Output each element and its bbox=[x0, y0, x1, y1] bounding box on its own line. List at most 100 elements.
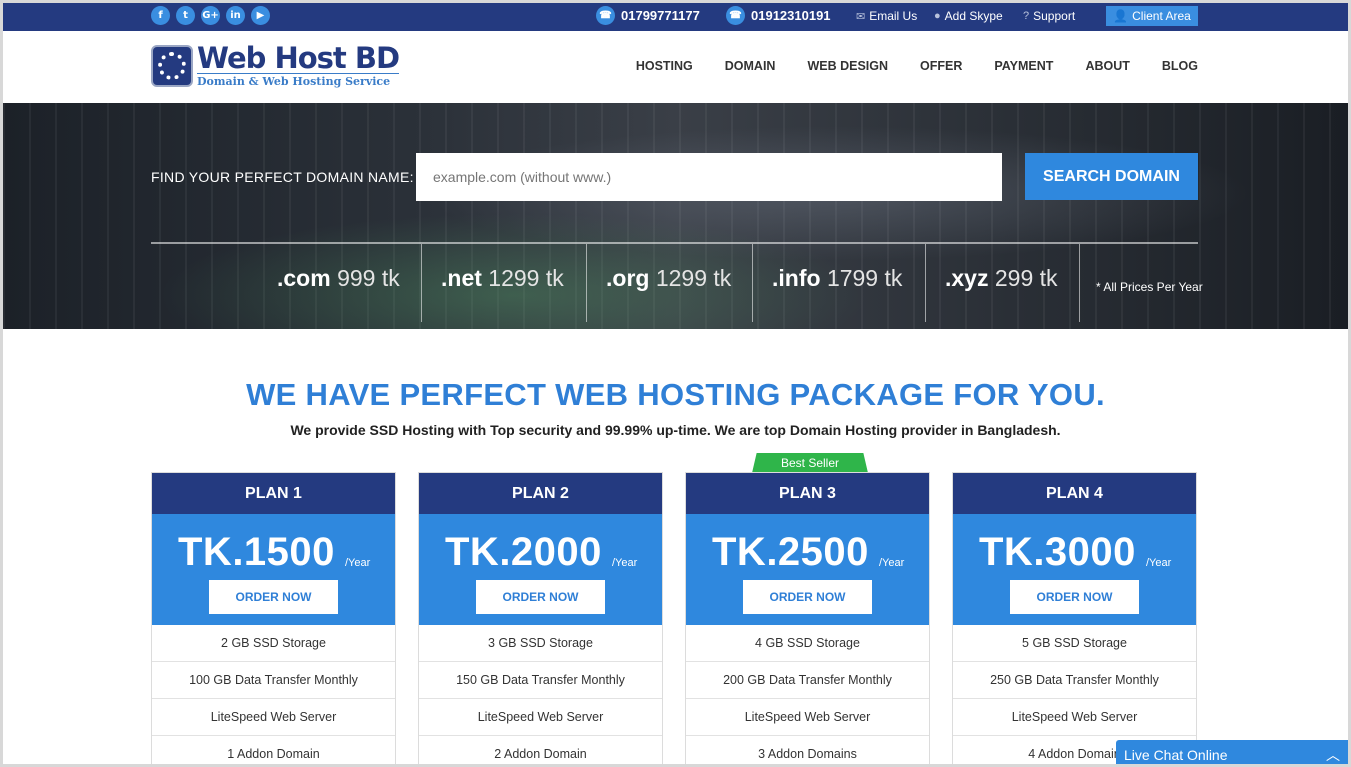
phone-number: 01799771177 bbox=[621, 8, 700, 23]
tld-ext: .info bbox=[772, 265, 821, 291]
client-area-button[interactable]: 👤 Client Area bbox=[1106, 6, 1198, 26]
nav-hosting[interactable]: HOSTING bbox=[636, 59, 693, 73]
support-link[interactable]: ? Support bbox=[1023, 9, 1075, 23]
logo-title: Web Host BD bbox=[197, 41, 400, 75]
phone-2[interactable]: ☎ 01912310191 bbox=[726, 6, 831, 25]
order-now-button[interactable]: ORDER NOW bbox=[209, 580, 338, 614]
user-icon: 👤 bbox=[1113, 9, 1129, 23]
tld-xyz: .xyz 299 tk bbox=[945, 265, 1058, 292]
order-now-button[interactable]: ORDER NOW bbox=[743, 580, 872, 614]
chevron-up-icon[interactable]: ︿ bbox=[1326, 745, 1340, 764]
find-domain-label: FIND YOUR PERFECT DOMAIN NAME: bbox=[151, 169, 414, 185]
chat-icon: ● bbox=[934, 10, 941, 22]
price-note: * All Prices Per Year bbox=[1096, 280, 1203, 294]
tld-price: 1799 tk bbox=[826, 265, 903, 291]
plan-name: PLAN 2 bbox=[419, 473, 662, 514]
envelope-icon: ✉ bbox=[856, 10, 866, 23]
logo-subtitle: Domain & Web Hosting Service bbox=[197, 73, 400, 88]
phone-icon: ☎ bbox=[596, 6, 615, 25]
plan-feature: 200 GB Data Transfer Monthly bbox=[686, 662, 929, 699]
question-icon: ? bbox=[1023, 10, 1030, 22]
tld-info: .info 1799 tk bbox=[772, 265, 902, 292]
google-plus-icon[interactable]: G+ bbox=[201, 6, 220, 25]
logo[interactable]: Web Host BD Domain & Web Hosting Service bbox=[151, 41, 400, 88]
page-subtitle: We provide SSD Hosting with Top security… bbox=[290, 422, 1061, 438]
tld-price: 299 tk bbox=[994, 265, 1058, 291]
divider bbox=[151, 242, 1198, 244]
top-bar: f t G+ in ▶ ☎ 01799771177 ☎ 01912310191 … bbox=[3, 3, 1348, 31]
plan-feature: LiteSpeed Web Server bbox=[419, 699, 662, 736]
nav-offer[interactable]: OFFER bbox=[920, 59, 962, 73]
plan-feature: 3 GB SSD Storage bbox=[419, 625, 662, 662]
plan-card: PLAN 4 TK.3000 /Year ORDER NOW 5 GB SSD … bbox=[952, 472, 1197, 764]
plan-price: TK.3000 bbox=[979, 530, 1136, 574]
add-skype-label: Add Skype bbox=[944, 9, 1003, 23]
nav-about[interactable]: ABOUT bbox=[1085, 59, 1129, 73]
add-skype-link[interactable]: ● Add Skype bbox=[934, 9, 1003, 23]
nav-web-design[interactable]: WEB DESIGN bbox=[807, 59, 888, 73]
divider bbox=[586, 244, 587, 322]
divider bbox=[925, 244, 926, 322]
plan-feature: 2 Addon Domain bbox=[419, 736, 662, 764]
plan-name: PLAN 4 bbox=[953, 473, 1196, 514]
main-nav: HOSTING DOMAIN WEB DESIGN OFFER PAYMENT … bbox=[636, 59, 1198, 73]
email-us-link[interactable]: ✉ Email Us bbox=[856, 9, 917, 23]
plan-price-block: TK.3000 /Year ORDER NOW bbox=[953, 514, 1196, 625]
client-area-label: Client Area bbox=[1132, 9, 1191, 23]
nav-blog[interactable]: BLOG bbox=[1162, 59, 1198, 73]
live-chat-label: Live Chat Online bbox=[1124, 747, 1228, 763]
tld-org: .org 1299 tk bbox=[606, 265, 731, 292]
plan-price: TK.2000 bbox=[445, 530, 602, 574]
facebook-icon[interactable]: f bbox=[151, 6, 170, 25]
search-domain-button[interactable]: SEARCH DOMAIN bbox=[1025, 153, 1198, 200]
plan-card: PLAN 1 TK.1500 /Year ORDER NOW 2 GB SSD … bbox=[151, 472, 396, 764]
domain-search-input[interactable] bbox=[416, 153, 1002, 201]
email-us-label: Email Us bbox=[869, 9, 918, 23]
plan-price: TK.1500 bbox=[178, 530, 335, 574]
support-label: Support bbox=[1033, 9, 1076, 23]
phone-icon: ☎ bbox=[726, 6, 745, 25]
plan-feature: LiteSpeed Web Server bbox=[152, 699, 395, 736]
plan-period: /Year bbox=[345, 557, 371, 569]
divider bbox=[752, 244, 753, 322]
nav-payment[interactable]: PAYMENT bbox=[994, 59, 1053, 73]
plan-feature: 5 GB SSD Storage bbox=[953, 625, 1196, 662]
tld-com: .com 999 tk bbox=[277, 265, 400, 292]
tld-net: .net 1299 tk bbox=[441, 265, 564, 292]
plan-feature: LiteSpeed Web Server bbox=[686, 699, 929, 736]
plan-price-block: TK.2500 /Year ORDER NOW bbox=[686, 514, 929, 625]
tld-ext: .xyz bbox=[945, 265, 989, 291]
plan-price: TK.2500 bbox=[712, 530, 869, 574]
header: Web Host BD Domain & Web Hosting Service… bbox=[3, 31, 1348, 103]
youtube-icon[interactable]: ▶ bbox=[251, 6, 270, 25]
tld-ext: .net bbox=[441, 265, 482, 291]
domain-search-hero: FIND YOUR PERFECT DOMAIN NAME: SEARCH DO… bbox=[3, 103, 1348, 329]
plan-price-block: TK.2000 /Year ORDER NOW bbox=[419, 514, 662, 625]
social-links: f t G+ in ▶ bbox=[151, 6, 270, 25]
plan-feature: 150 GB Data Transfer Monthly bbox=[419, 662, 662, 699]
plan-period: /Year bbox=[1146, 557, 1172, 569]
live-chat-widget[interactable]: Live Chat Online ︿ bbox=[1116, 740, 1348, 764]
twitter-icon[interactable]: t bbox=[176, 6, 195, 25]
plan-feature: 4 GB SSD Storage bbox=[686, 625, 929, 662]
plan-feature: 250 GB Data Transfer Monthly bbox=[953, 662, 1196, 699]
plan-feature: LiteSpeed Web Server bbox=[953, 699, 1196, 736]
plan-feature: 100 GB Data Transfer Monthly bbox=[152, 662, 395, 699]
nav-domain[interactable]: DOMAIN bbox=[725, 59, 776, 73]
plan-period: /Year bbox=[879, 557, 905, 569]
logo-mark-icon bbox=[151, 44, 193, 87]
order-now-button[interactable]: ORDER NOW bbox=[476, 580, 605, 614]
page-title: WE HAVE PERFECT WEB HOSTING PACKAGE FOR … bbox=[246, 377, 1105, 412]
page: f t G+ in ▶ ☎ 01799771177 ☎ 01912310191 … bbox=[0, 0, 1351, 767]
phone-1[interactable]: ☎ 01799771177 bbox=[596, 6, 700, 25]
plan-card: PLAN 3 TK.2500 /Year ORDER NOW 4 GB SSD … bbox=[685, 472, 930, 764]
best-seller-badge: Best Seller bbox=[752, 453, 868, 473]
phone-number: 01912310191 bbox=[751, 8, 831, 23]
divider bbox=[1079, 244, 1080, 322]
plan-name: PLAN 1 bbox=[152, 473, 395, 514]
linkedin-icon[interactable]: in bbox=[226, 6, 245, 25]
plan-feature: 2 GB SSD Storage bbox=[152, 625, 395, 662]
tld-ext: .com bbox=[277, 265, 331, 291]
order-now-button[interactable]: ORDER NOW bbox=[1010, 580, 1139, 614]
tld-price: 999 tk bbox=[337, 265, 400, 291]
